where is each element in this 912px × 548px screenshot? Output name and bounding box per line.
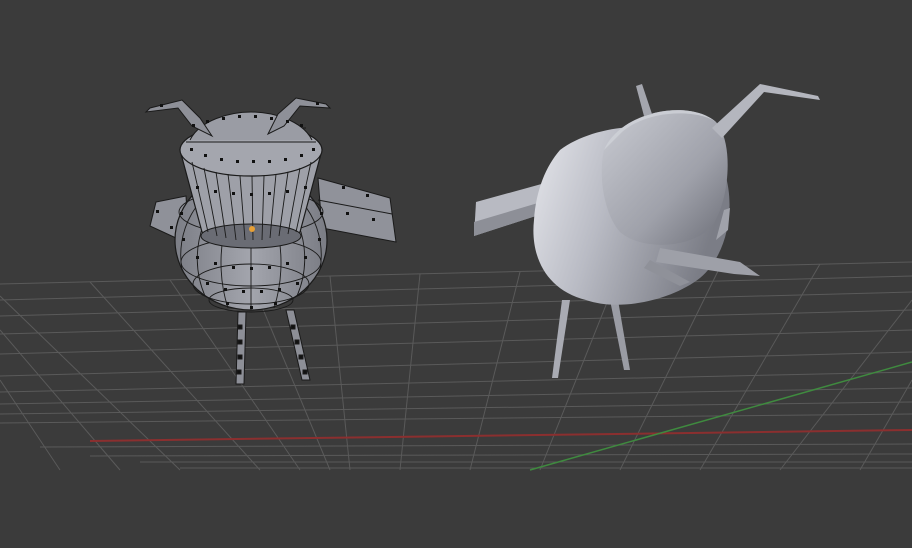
left-drone-left-antenna: [144, 99, 214, 138]
left-drone-right-wing: [317, 177, 397, 243]
right-drone-right-antenna: [712, 84, 820, 138]
viewport-scene: [0, 84, 912, 471]
origin-marker: [249, 226, 255, 232]
x-axis-line: [89, 429, 912, 442]
right-drone-top-antenna: [636, 84, 652, 116]
3d-viewport[interactable]: [0, 0, 912, 548]
floor-grid: [0, 261, 912, 471]
drone-edit-mode[interactable]: [144, 97, 397, 385]
